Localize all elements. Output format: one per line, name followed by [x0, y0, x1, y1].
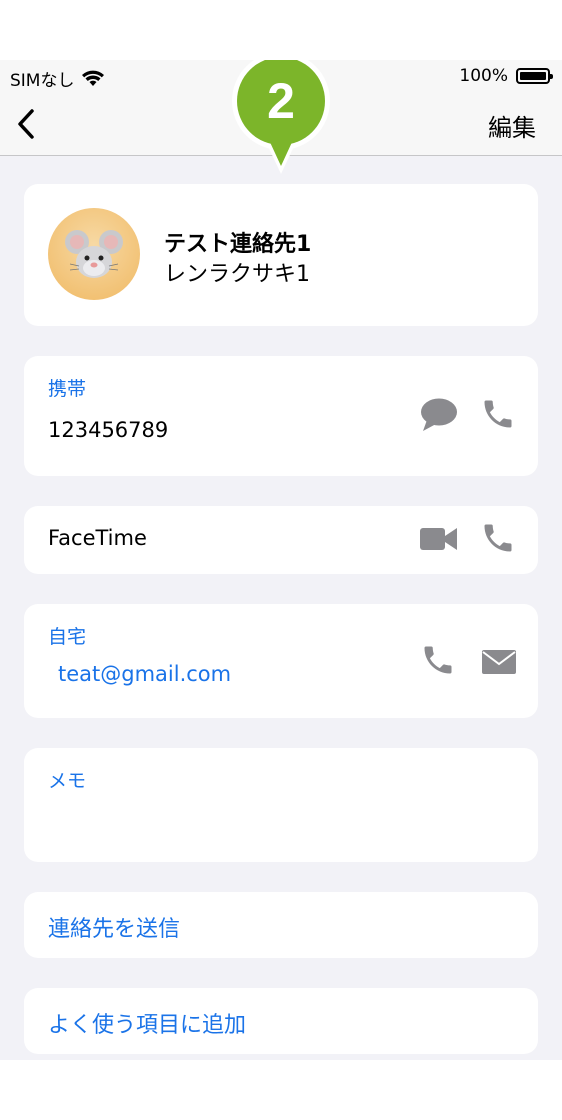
- contact-kana: レンラクサキ1: [164, 262, 310, 287]
- battery-icon: [516, 68, 553, 84]
- phone-number[interactable]: 123456789: [48, 418, 168, 442]
- email-label: 自宅: [48, 626, 87, 648]
- video-camera-icon[interactable]: [420, 526, 458, 552]
- contact-header-card: テスト連絡先1 レンラクサキ1: [24, 184, 538, 326]
- email-card[interactable]: 自宅 teat@gmail.com: [24, 604, 538, 718]
- contact-detail-screen: SIMなし 100% 編集 2 テスト連絡先1 レンラクサキ1 携帯 12345…: [0, 60, 562, 1060]
- mail-icon[interactable]: [482, 650, 516, 674]
- step-marker: 2: [232, 60, 330, 174]
- avatar[interactable]: [48, 208, 140, 300]
- phone-icon[interactable]: [420, 642, 456, 678]
- send-contact-label: 連絡先を送信: [48, 917, 181, 942]
- facetime-label: FaceTime: [48, 526, 147, 550]
- wifi-icon: [82, 70, 105, 86]
- status-right: 100%: [459, 66, 553, 86]
- step-number: 2: [267, 73, 295, 129]
- memo-label: メモ: [48, 770, 87, 792]
- message-icon[interactable]: [420, 398, 458, 432]
- memo-card[interactable]: メモ: [24, 748, 538, 862]
- carrier-label: SIMなし: [10, 71, 75, 91]
- phone-icon[interactable]: [480, 520, 516, 556]
- add-to-favorites-button[interactable]: よく使う項目に追加: [24, 988, 538, 1054]
- facetime-card[interactable]: FaceTime: [24, 506, 538, 574]
- mouse-face-icon: [65, 230, 123, 278]
- send-contact-button[interactable]: 連絡先を送信: [24, 892, 538, 958]
- chevron-left-icon: [18, 109, 34, 139]
- add-to-favorites-label: よく使う項目に追加: [48, 1013, 247, 1038]
- phone-label: 携帯: [48, 378, 87, 400]
- contact-name: テスト連絡先1: [164, 232, 312, 257]
- battery-percent: 100%: [459, 66, 508, 86]
- email-address[interactable]: teat@gmail.com: [58, 662, 231, 686]
- phone-card[interactable]: 携帯 123456789: [24, 356, 538, 476]
- battery-fill: [520, 72, 546, 80]
- back-button[interactable]: [8, 104, 44, 144]
- status-left: SIMなし: [10, 66, 105, 91]
- edit-button[interactable]: 編集: [488, 108, 536, 143]
- phone-icon[interactable]: [480, 396, 516, 432]
